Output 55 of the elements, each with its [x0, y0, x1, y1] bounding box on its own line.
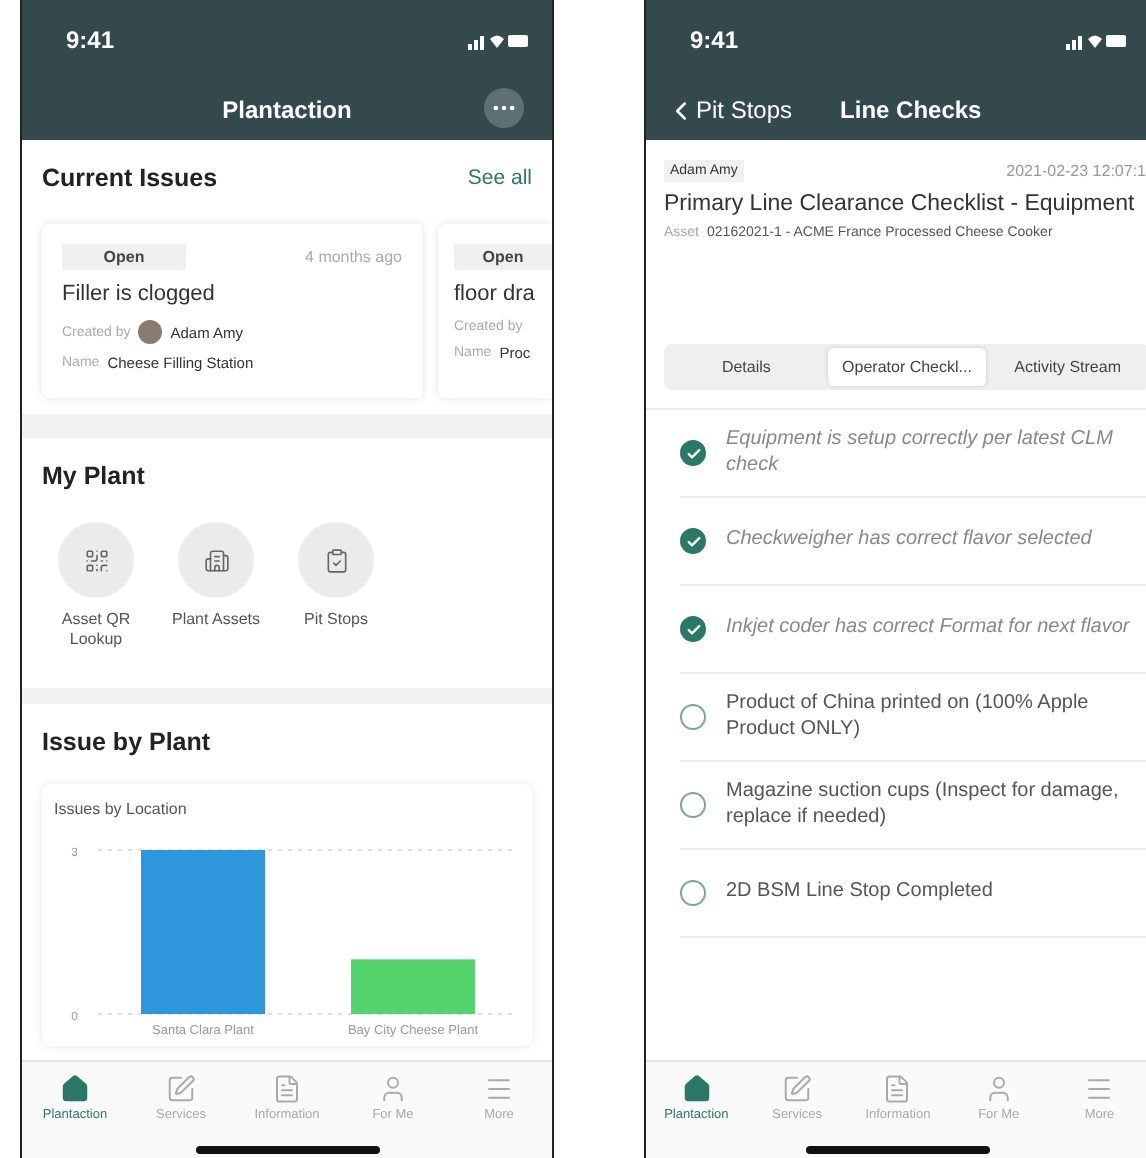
- edit-icon: [166, 1074, 196, 1104]
- shortcut-button[interactable]: Pit Stops: [282, 522, 390, 652]
- segment-tab[interactable]: Operator Checkl...: [828, 348, 986, 386]
- edit-icon: [782, 1074, 813, 1104]
- section-title: Issue by Plant: [42, 727, 211, 756]
- checkbox[interactable]: [680, 616, 706, 642]
- status-chip: Open: [454, 244, 552, 270]
- document-icon: [272, 1074, 302, 1104]
- check-icon: [685, 621, 701, 637]
- status-chip: Open: [62, 244, 186, 270]
- shortcut-button[interactable]: Plant Assets: [162, 522, 270, 652]
- checklist-item-text: Checkweigher has correct flavor selected: [726, 528, 1092, 554]
- checkbox[interactable]: [680, 528, 706, 554]
- checkbox[interactable]: [680, 704, 706, 730]
- checkbox[interactable]: [680, 440, 706, 466]
- more-button[interactable]: [484, 88, 524, 128]
- checklist-item-text: Equipment is setup correctly per latest CLM check: [726, 428, 1115, 478]
- checklist-item-text: 2D BSM Line Stop Completed: [726, 880, 993, 906]
- avatar: [138, 320, 163, 344]
- shortcut-button[interactable]: Asset QR Lookup: [42, 522, 150, 652]
- menu-icon: [1084, 1074, 1115, 1104]
- home-icon: [60, 1074, 90, 1104]
- back-button[interactable]: Pit Stops: [666, 95, 793, 125]
- qr-code-icon: [83, 547, 109, 573]
- segment-tab[interactable]: Activity Stream: [989, 348, 1146, 386]
- chart-title: Issues by Location: [54, 799, 189, 818]
- see-all-link[interactable]: See all: [467, 166, 532, 190]
- timestamp: 2021-02-23 12:07:1: [1006, 162, 1146, 180]
- checkbox[interactable]: [680, 880, 706, 906]
- status-icons: [1066, 31, 1126, 49]
- clipboard-check-icon: [323, 547, 349, 573]
- document-icon: [882, 1074, 913, 1104]
- check-icon: [685, 533, 701, 549]
- issue-title: floor dra: [454, 282, 537, 306]
- checkbox[interactable]: [680, 792, 706, 818]
- checklist-item-text: Inkjet coder has correct Format for next flavor: [726, 616, 1130, 642]
- segment-tab[interactable]: Details: [668, 348, 825, 386]
- menu-icon: [484, 1074, 514, 1104]
- checklist-item-text: Magazine suction cups (Inspect for damage, replace if needed): [726, 780, 1121, 830]
- screen-title: Plantaction: [222, 96, 352, 124]
- issue-title: Filler is clogged: [62, 282, 217, 306]
- screen-title: Line Checks: [840, 96, 982, 124]
- checklist-item-text: Product of China printed on (100% Apple Product ONLY): [726, 692, 1091, 742]
- building-icon: [203, 547, 229, 573]
- section-title: Current Issues: [42, 164, 218, 192]
- issue-age: 4 months ago: [305, 248, 402, 266]
- person-icon: [983, 1074, 1014, 1104]
- check-icon: [685, 445, 701, 461]
- checklist-title: Primary Line Clearance Checklist - Equipment: [664, 192, 1137, 216]
- status-time: 9:41: [66, 26, 115, 54]
- home-icon: [681, 1074, 712, 1104]
- status-icons: [468, 31, 528, 49]
- section-title: My Plant: [42, 462, 145, 490]
- person-icon: [378, 1074, 408, 1104]
- status-time: 9:41: [690, 26, 739, 54]
